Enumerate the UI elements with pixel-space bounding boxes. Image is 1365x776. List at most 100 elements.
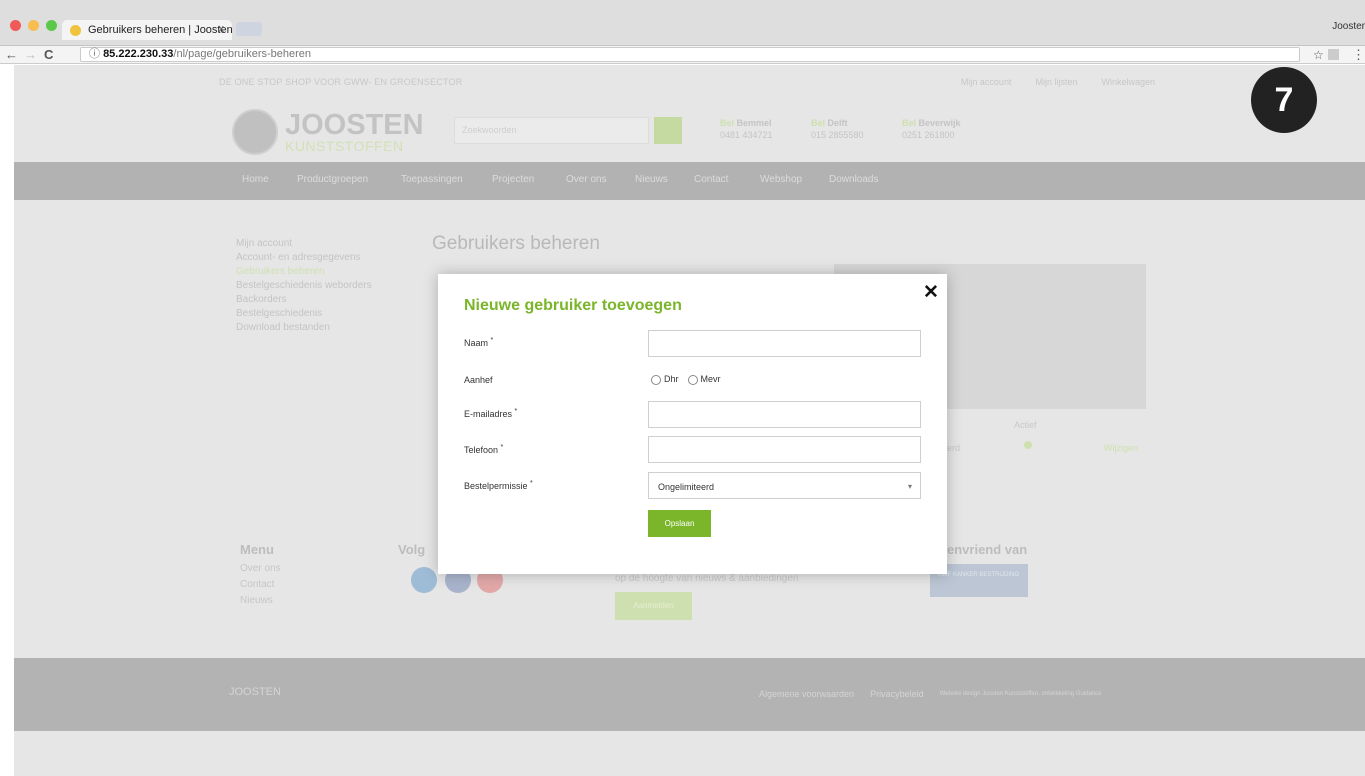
footer-link-contact[interactable]: Contact: [240, 577, 281, 593]
browser-chrome: Gebruikers beheren | Joosten x Jooster: [0, 0, 1365, 46]
extension-icon[interactable]: [1328, 49, 1339, 60]
footer-link-over-ons[interactable]: Over ons: [240, 561, 281, 577]
top-link-cart[interactable]: Winkelwagen: [1101, 77, 1155, 87]
required-mark: *: [514, 408, 518, 415]
radio-dhr[interactable]: Dhr: [651, 374, 679, 385]
aanhef-radio-group: Dhr Mevr: [651, 374, 721, 385]
tab-title: Gebruikers beheren | Joosten: [88, 24, 232, 36]
url-input[interactable]: ⓘ 85.222.230.33/nl/page/gebruikers-beher…: [80, 47, 1300, 62]
store-city: Beverwijk: [918, 118, 961, 128]
store-bel-label: Bel: [902, 118, 917, 128]
store-beverwijk[interactable]: Bel Beverwijk 0251 261800: [902, 117, 961, 141]
bestelpermissie-value: Ongelimiteerd: [658, 482, 715, 492]
top-link-lists[interactable]: Mijn lijsten: [1035, 77, 1077, 87]
sidebar-item-backorders[interactable]: Backorders: [236, 293, 372, 307]
link-privacy[interactable]: Privacybeleid: [870, 689, 924, 699]
store-phone: 0251 261800: [902, 130, 955, 140]
radio-dhr-circle[interactable]: [651, 374, 661, 385]
close-icon[interactable]: ✕: [923, 283, 939, 302]
search-input[interactable]: Zoekwoorden: [454, 117, 649, 144]
radio-mevr-label: Mevr: [700, 374, 721, 384]
maximize-window-button[interactable]: [46, 20, 57, 31]
browser-menu-icon[interactable]: ⋮: [1352, 46, 1365, 64]
sidebar-item-users[interactable]: Gebruikers beheren: [236, 265, 372, 279]
minimize-window-button[interactable]: [28, 20, 39, 31]
bestelpermissie-select[interactable]: Ongelimiteerd ▾: [648, 472, 921, 499]
reload-icon[interactable]: C: [44, 46, 53, 64]
profile-name[interactable]: Jooster: [1332, 21, 1365, 32]
nav-projecten[interactable]: Projecten: [492, 174, 534, 185]
linkedin-icon[interactable]: [411, 567, 437, 593]
sidebar-item-account[interactable]: Account- en adresgegevens: [236, 251, 372, 265]
footer-menu-title: Menu: [240, 542, 274, 557]
close-window-button[interactable]: [10, 20, 21, 31]
naam-label-text: Naam: [464, 338, 489, 348]
logo-mark-icon: [232, 109, 278, 155]
nav-over-ons[interactable]: Over ons: [566, 174, 607, 185]
link-terms[interactable]: Algemene voorwaarden: [759, 689, 854, 699]
nav-webshop[interactable]: Webshop: [760, 174, 802, 185]
radio-dhr-label: Dhr: [664, 374, 679, 384]
store-bel-label: Bel: [720, 118, 735, 128]
store-phone: 0481 434721: [720, 130, 773, 140]
address-bar-row: ← → C ⓘ 85.222.230.33/nl/page/gebruikers…: [0, 46, 1365, 64]
bestelpermissie-label: Bestelpermissie *: [464, 480, 533, 491]
naam-label: Naam *: [464, 337, 493, 348]
tab-close-icon[interactable]: x: [219, 23, 225, 35]
modal-title: Nieuwe gebruiker toevoegen: [464, 297, 682, 314]
naam-field[interactable]: [648, 330, 921, 357]
email-field[interactable]: [648, 401, 921, 428]
email-label: E-mailadres *: [464, 408, 517, 419]
site-tagline: DE ONE STOP SHOP VOOR GWW- EN GROENSECTO…: [219, 77, 463, 87]
newsletter-button-label: Aanmelden: [633, 601, 674, 610]
nav-home[interactable]: Home: [242, 174, 269, 185]
store-city: Delft: [827, 118, 848, 128]
footer-link-nieuws[interactable]: Nieuws: [240, 593, 281, 609]
store-city: Bemmel: [736, 118, 772, 128]
window-controls: [10, 20, 57, 31]
edit-link[interactable]: Wijzigen: [1104, 443, 1138, 453]
forward-icon[interactable]: →: [24, 46, 37, 64]
radio-mevr[interactable]: Mevr: [687, 374, 721, 385]
bottom-links: Algemene voorwaarden Privacybeleid Websi…: [759, 689, 1101, 699]
store-delft[interactable]: Bel Delft 015 2855580: [811, 117, 864, 141]
newsletter-button[interactable]: Aanmelden: [615, 592, 692, 620]
email-label-text: E-mailadres: [464, 409, 513, 419]
store-bemmel[interactable]: Bel Bemmel 0481 434721: [720, 117, 773, 141]
logo-sub: KUNSTSTOFFEN: [285, 138, 404, 154]
required-mark: *: [490, 337, 494, 344]
store-phone: 015 2855580: [811, 130, 864, 140]
favicon-icon: [70, 25, 81, 36]
bestelpermissie-label-text: Bestelpermissie: [464, 481, 528, 491]
back-icon[interactable]: ←: [5, 46, 18, 64]
active-status-icon: [1024, 441, 1032, 449]
aanhef-label: Aanhef: [464, 375, 493, 385]
top-link-account[interactable]: Mijn account: [961, 77, 1012, 87]
search-button[interactable]: [654, 117, 682, 144]
radio-mevr-circle[interactable]: [687, 374, 698, 385]
sidebar-item-downloads[interactable]: Download bestanden: [236, 321, 372, 335]
sidebar-heading: Mijn account: [236, 238, 293, 249]
save-button[interactable]: Opslaan: [648, 510, 711, 537]
sidebar-item-weborders[interactable]: Bestelgeschiedenis weborders: [236, 279, 372, 293]
browser-tab[interactable]: Gebruikers beheren | Joosten x: [62, 20, 232, 40]
site-logo[interactable]: JOOSTEN KUNSTSTOFFEN: [232, 109, 424, 155]
nav-contact[interactable]: Contact: [694, 174, 728, 185]
telefoon-label: Telefoon *: [464, 444, 503, 455]
new-tab-button[interactable]: [236, 22, 262, 36]
nav-downloads[interactable]: Downloads: [829, 174, 878, 185]
nav-productgroepen[interactable]: Productgroepen: [297, 174, 368, 185]
top-links: Mijn account Mijn lijsten Winkelwagen: [961, 77, 1155, 87]
credit-text: Website design Joosten Kunststoffen, ont…: [939, 691, 1102, 697]
required-mark: *: [530, 480, 533, 487]
footer-follow-title: Volg: [398, 542, 426, 557]
telefoon-field[interactable]: [648, 436, 921, 463]
table-cell-permission: erd: [947, 443, 961, 453]
add-user-modal: ✕ Nieuwe gebruiker toevoegen Naam * Aanh…: [438, 274, 947, 574]
nav-nieuws[interactable]: Nieuws: [635, 174, 668, 185]
sidebar-item-history[interactable]: Bestelgeschiedenis: [236, 307, 372, 321]
bottom-logo[interactable]: JOOSTEN: [229, 686, 281, 698]
bookmark-star-icon[interactable]: ☆: [1313, 46, 1324, 64]
nav-toepassingen[interactable]: Toepassingen: [401, 174, 463, 185]
account-sidebar: Mijn account Account- en adresgegevens G…: [236, 237, 372, 335]
